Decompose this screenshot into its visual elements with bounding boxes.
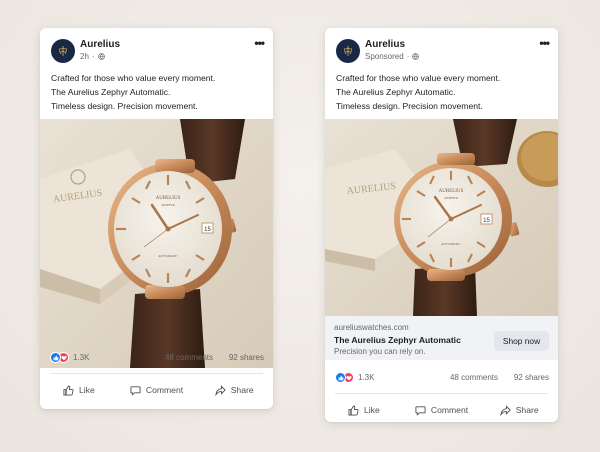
post-meta: 2h ·: [80, 52, 105, 61]
reaction-count: 1.3K: [358, 373, 375, 382]
reactions[interactable]: 1.3K: [335, 372, 374, 383]
post-meta: Sponsored ·: [365, 52, 420, 61]
globe-icon: [412, 53, 420, 60]
post-text-line: Crafted for those who value every moment…: [336, 73, 501, 83]
organic-post-card: Aurelius 2h · ••• Crafted for those who …: [40, 28, 273, 409]
like-reaction-icon: [335, 372, 346, 383]
dial-sub: ZEPHYR: [444, 196, 458, 200]
post-text-line: Crafted for those who value every moment…: [51, 73, 216, 83]
post-text-line: Timeless design. Precision movement.: [336, 101, 483, 111]
comment-label: Comment: [430, 405, 469, 415]
thumbs-up-icon: [63, 385, 74, 396]
post-text-line: The Aurelius Zephyr Automatic.: [51, 87, 171, 97]
dial-brand: AURELIUS: [439, 189, 464, 194]
thumbs-up-icon: [348, 405, 359, 416]
shares-count[interactable]: 92 shares: [229, 353, 264, 362]
sponsored-label[interactable]: Sponsored: [365, 52, 404, 61]
post-text: Crafted for those who value every moment…: [325, 71, 558, 113]
like-label: Like: [363, 405, 380, 415]
dial-auto: AUTOMATIC: [157, 254, 178, 258]
comment-icon: [415, 405, 426, 416]
share-icon: [215, 384, 226, 396]
comment-label: Comment: [145, 385, 184, 395]
link-title: The Aurelius Zephyr Automatic: [334, 335, 461, 345]
dial-date: 15: [483, 218, 490, 224]
dial-brand: AURELIUS: [156, 196, 181, 201]
link-preview[interactable]: aureliuswatches.com The Aurelius Zephyr …: [325, 316, 558, 360]
share-button[interactable]: Share: [480, 398, 558, 422]
dial-date: 15: [204, 227, 211, 233]
dial-auto: AUTOMATIC: [440, 242, 461, 246]
post-actions: Like Comment Share: [40, 378, 273, 402]
sponsored-post-card: Aurelius Sponsored · ••• Crafted for tho…: [325, 28, 558, 422]
post-text: Crafted for those who value every moment…: [40, 71, 273, 113]
post-image[interactable]: AURELIUS 15 AURELIUS ZEPHYR AUTOMATIC: [40, 119, 273, 368]
dial-sub: ZEPHYR: [161, 203, 175, 207]
post-stats: 1.3K 48 comments 92 shares: [40, 348, 273, 366]
brand-avatar[interactable]: [51, 39, 75, 63]
brand-name[interactable]: Aurelius: [80, 39, 120, 50]
laurel-logo-icon: [344, 46, 352, 56]
globe-icon: [97, 53, 105, 60]
shop-now-button[interactable]: Shop now: [494, 331, 549, 351]
ellipsis-icon[interactable]: •••: [254, 37, 265, 49]
post-image[interactable]: AURELIUS 15 AURELIUS ZEPHYR AUTOMATIC: [325, 119, 558, 316]
comments-count[interactable]: 48 comments: [450, 373, 498, 382]
comment-button[interactable]: Comment: [403, 398, 481, 422]
post-text-line: The Aurelius Zephyr Automatic.: [336, 87, 456, 97]
like-label: Like: [78, 385, 95, 395]
like-button[interactable]: Like: [40, 378, 118, 402]
brand-avatar[interactable]: [336, 39, 360, 63]
link-domain: aureliuswatches.com: [334, 323, 409, 332]
share-label: Share: [515, 405, 539, 415]
divider: [50, 373, 263, 374]
reactions[interactable]: 1.3K: [50, 352, 89, 363]
post-text-line: Timeless design. Precision movement.: [51, 101, 198, 111]
like-button[interactable]: Like: [325, 398, 403, 422]
comments-count[interactable]: 48 comments: [165, 353, 213, 362]
reaction-count: 1.3K: [73, 353, 90, 362]
share-button[interactable]: Share: [195, 378, 273, 402]
share-label: Share: [230, 385, 254, 395]
link-description: Precision you can rely on.: [334, 347, 426, 356]
comment-button[interactable]: Comment: [118, 378, 196, 402]
post-stats: 1.3K 48 comments 92 shares: [325, 368, 558, 386]
watch-photo: AURELIUS 15 AURELIUS ZEPHYR AUTOMATIC: [325, 119, 558, 316]
share-icon: [500, 404, 511, 416]
shares-count[interactable]: 92 shares: [514, 373, 549, 382]
like-reaction-icon: [50, 352, 61, 363]
brand-name[interactable]: Aurelius: [365, 39, 405, 50]
ellipsis-icon[interactable]: •••: [539, 37, 550, 49]
post-header: Aurelius 2h · •••: [40, 28, 273, 66]
post-actions: Like Comment Share: [325, 398, 558, 422]
comment-icon: [130, 385, 141, 396]
post-header: Aurelius Sponsored · •••: [325, 28, 558, 66]
divider: [335, 393, 548, 394]
post-time[interactable]: 2h: [80, 52, 89, 61]
laurel-logo-icon: [59, 46, 67, 56]
watch-photo: AURELIUS 15 AURELIUS ZEPHYR AUTOMATIC: [40, 119, 273, 368]
